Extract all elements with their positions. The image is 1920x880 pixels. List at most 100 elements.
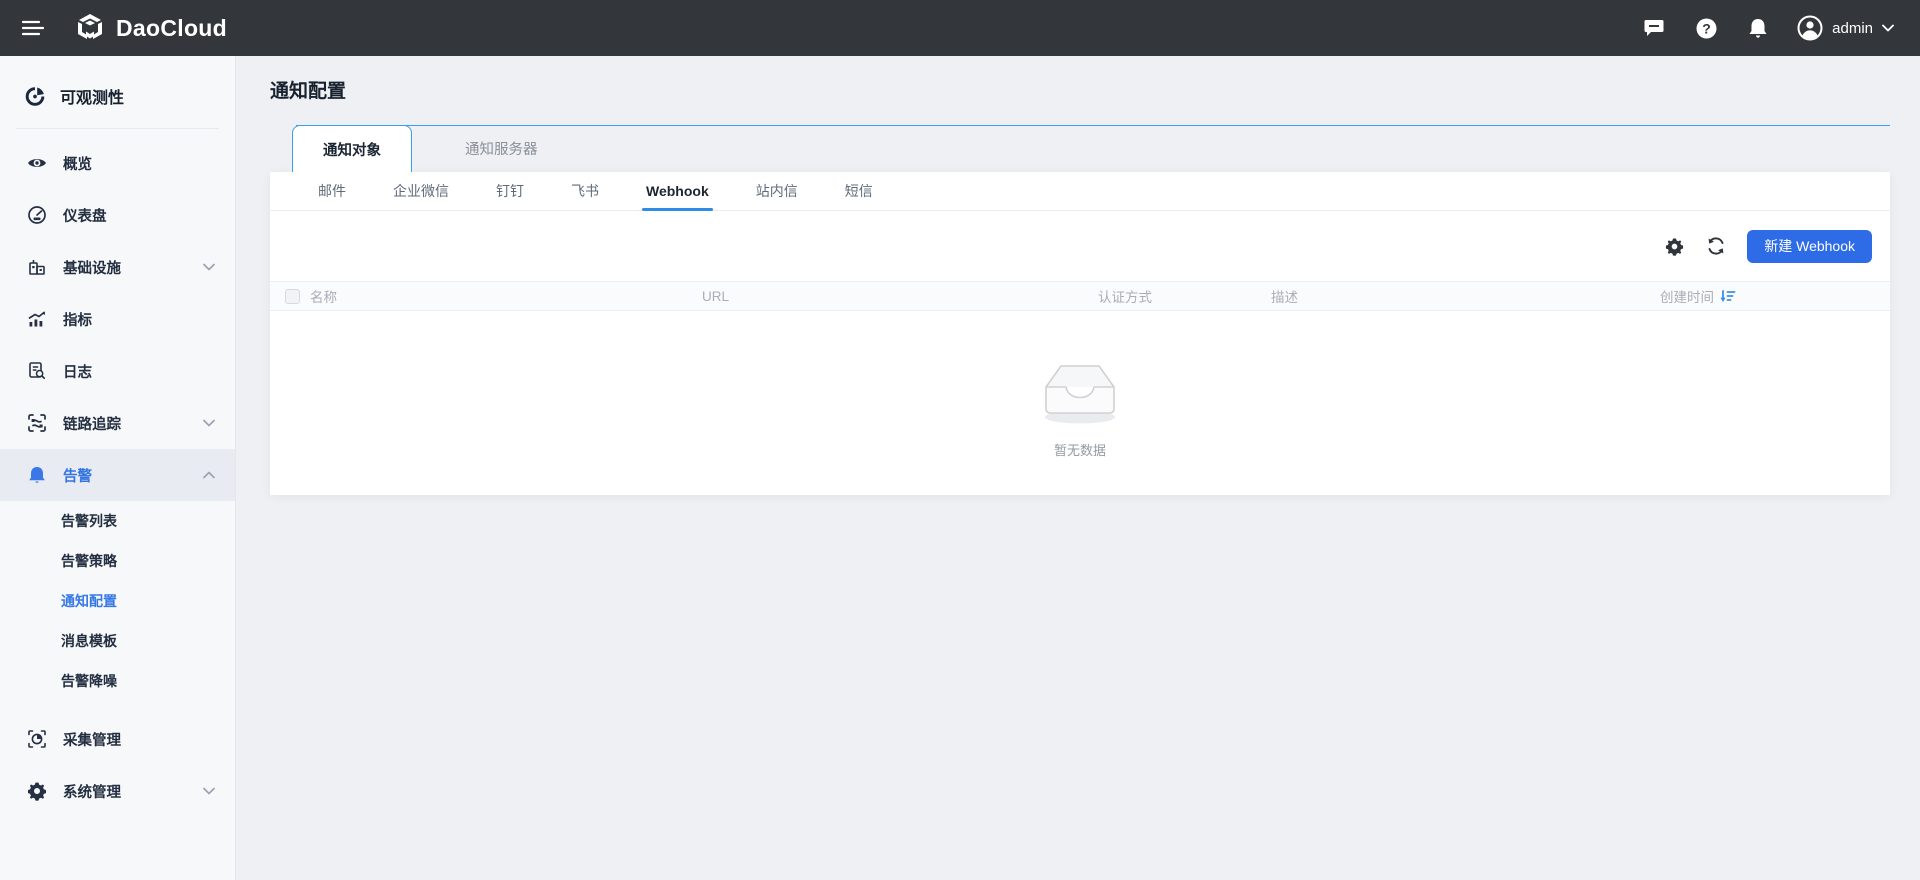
- sidebar: 可观测性 概览 仪表盘 基础设施 指标 日志 链路追踪 告警 告警列表 告警策略…: [0, 56, 236, 880]
- channel-tab-label: 站内信: [755, 183, 798, 199]
- chevron-down-icon: [203, 415, 215, 431]
- sidebar-subitem-message-template[interactable]: 消息模板: [0, 621, 235, 661]
- sidebar-item-infrastructure[interactable]: 基础设施: [0, 241, 235, 293]
- log-search-icon: [27, 361, 47, 381]
- sidebar-item-label: 日志: [63, 364, 92, 381]
- table-header: 名称 URL 认证方式 描述 创建时间: [270, 281, 1890, 311]
- sidebar-item-overview[interactable]: 概览: [0, 137, 235, 189]
- sidebar-item-collection[interactable]: 采集管理: [0, 713, 235, 765]
- sidebar-item-label: 告警: [63, 468, 92, 485]
- gauge-icon: [27, 205, 47, 225]
- tab-label: 通知服务器: [465, 142, 538, 158]
- sidebar-divider: [16, 128, 219, 129]
- observability-icon: [25, 86, 45, 106]
- channel-tab-label: 企业微信: [393, 183, 449, 199]
- chevron-up-icon: [203, 467, 215, 483]
- notifications-button[interactable]: [1745, 15, 1771, 41]
- empty-state: 暂无数据: [270, 311, 1890, 495]
- chevron-down-icon: [1882, 24, 1894, 32]
- main-content: 通知配置 通知对象 通知服务器 邮件 企业微信 钉钉 飞书 Webhook 站内…: [236, 56, 1920, 880]
- sidebar-item-label: 仪表盘: [63, 208, 107, 225]
- empty-inbox-icon: [1045, 365, 1115, 424]
- column-header-name: 名称: [310, 290, 337, 305]
- collection-icon: [27, 729, 47, 749]
- menu-toggle-button[interactable]: [18, 13, 48, 43]
- infrastructure-icon: [27, 257, 47, 277]
- bell-icon: [1749, 18, 1767, 38]
- daocloud-logo-icon: [78, 14, 102, 39]
- sidebar-item-label: 概览: [63, 156, 92, 173]
- sidebar-subitem-alert-policy[interactable]: 告警策略: [0, 541, 235, 581]
- chevron-down-icon: [203, 259, 215, 275]
- column-header-auth: 认证方式: [1098, 290, 1152, 305]
- brand-logo[interactable]: DaoCloud: [74, 12, 227, 44]
- hamburger-icon: [22, 20, 44, 36]
- sidebar-subitem-label: 消息模板: [61, 633, 117, 649]
- sidebar-item-label: 基础设施: [63, 260, 121, 277]
- sidebar-item-label: 指标: [63, 312, 92, 329]
- create-webhook-button[interactable]: 新建 Webhook: [1747, 229, 1872, 263]
- gear-icon: [27, 781, 47, 801]
- channel-tab-label: Webhook: [646, 183, 709, 199]
- tab-notification-server[interactable]: 通知服务器: [435, 125, 568, 172]
- metrics-chart-icon: [27, 309, 47, 329]
- refresh-button[interactable]: [1705, 235, 1727, 257]
- chevron-down-icon: [203, 783, 215, 799]
- user-name: admin: [1832, 19, 1873, 37]
- user-menu[interactable]: admin: [1797, 15, 1894, 41]
- sidebar-item-system[interactable]: 系统管理: [0, 765, 235, 817]
- page-title: 通知配置: [270, 81, 347, 102]
- tab-label: 通知对象: [323, 142, 381, 159]
- sidebar-item-tracing[interactable]: 链路追踪: [0, 397, 235, 449]
- sidebar-item-logs[interactable]: 日志: [0, 345, 235, 397]
- brand-name: DaoCloud: [116, 14, 227, 41]
- select-all-checkbox[interactable]: [285, 288, 300, 304]
- sort-descending-icon[interactable]: [1719, 289, 1736, 304]
- column-header-url: URL: [702, 288, 730, 304]
- channel-tab-webhook[interactable]: Webhook: [642, 172, 713, 211]
- sidebar-item-label: 采集管理: [63, 732, 121, 749]
- channel-tab-feishu[interactable]: 飞书: [571, 172, 599, 210]
- sidebar-subitem-alert-silence[interactable]: 告警降噪: [0, 661, 235, 701]
- help-icon: ?: [1696, 18, 1717, 38]
- sidebar-item-alerts[interactable]: 告警: [0, 449, 235, 501]
- channel-tab-label: 钉钉: [496, 183, 524, 199]
- eye-icon: [27, 153, 47, 173]
- messages-button[interactable]: [1641, 15, 1667, 41]
- channel-tab-email[interactable]: 邮件: [318, 172, 346, 210]
- refresh-icon: [1708, 237, 1724, 255]
- column-header-created-at: 创建时间: [1660, 290, 1714, 305]
- sidebar-subitem-label: 告警列表: [61, 513, 117, 529]
- tab-notification-targets[interactable]: 通知对象: [292, 125, 412, 172]
- sidebar-subitem-label: 通知配置: [61, 593, 117, 609]
- sidebar-item-label: 系统管理: [63, 784, 121, 801]
- column-settings-button[interactable]: [1663, 235, 1685, 257]
- channel-tab-dingtalk[interactable]: 钉钉: [496, 172, 524, 210]
- avatar-icon: [1797, 15, 1823, 41]
- sidebar-subitem-notification-config[interactable]: 通知配置: [0, 581, 235, 621]
- channel-tab-wecom[interactable]: 企业微信: [393, 172, 449, 210]
- primary-tabs: 通知对象 通知服务器: [270, 125, 1890, 172]
- sidebar-subitem-alert-list[interactable]: 告警列表: [0, 501, 235, 541]
- trace-icon: [27, 413, 47, 433]
- svg-text:?: ?: [1702, 20, 1711, 36]
- channel-tabs: 邮件 企业微信 钉钉 飞书 Webhook 站内信 短信: [270, 172, 1890, 211]
- channel-tab-label: 邮件: [318, 183, 346, 199]
- channel-tab-label: 飞书: [571, 183, 599, 199]
- column-header-description: 描述: [1271, 290, 1298, 305]
- sidebar-item-label: 链路追踪: [63, 416, 121, 433]
- channel-tab-label: 短信: [844, 183, 873, 199]
- sidebar-title-label: 可观测性: [60, 90, 125, 107]
- sidebar-subitem-label: 告警策略: [61, 553, 117, 569]
- help-button[interactable]: ?: [1693, 15, 1719, 41]
- empty-state-text: 暂无数据: [1053, 443, 1106, 458]
- table-toolbar: 新建 Webhook: [270, 211, 1890, 281]
- sidebar-item-dashboard[interactable]: 仪表盘: [0, 189, 235, 241]
- channel-tab-sitemsg[interactable]: 站内信: [756, 172, 798, 210]
- top-navbar: DaoCloud ? admin: [0, 0, 1920, 56]
- sidebar-item-metrics[interactable]: 指标: [0, 293, 235, 345]
- channel-tab-sms[interactable]: 短信: [845, 172, 873, 210]
- content-card: 邮件 企业微信 钉钉 飞书 Webhook 站内信 短信 新建 Webhook …: [270, 172, 1890, 495]
- alert-bell-icon: [27, 465, 47, 485]
- gear-icon: [1665, 237, 1683, 256]
